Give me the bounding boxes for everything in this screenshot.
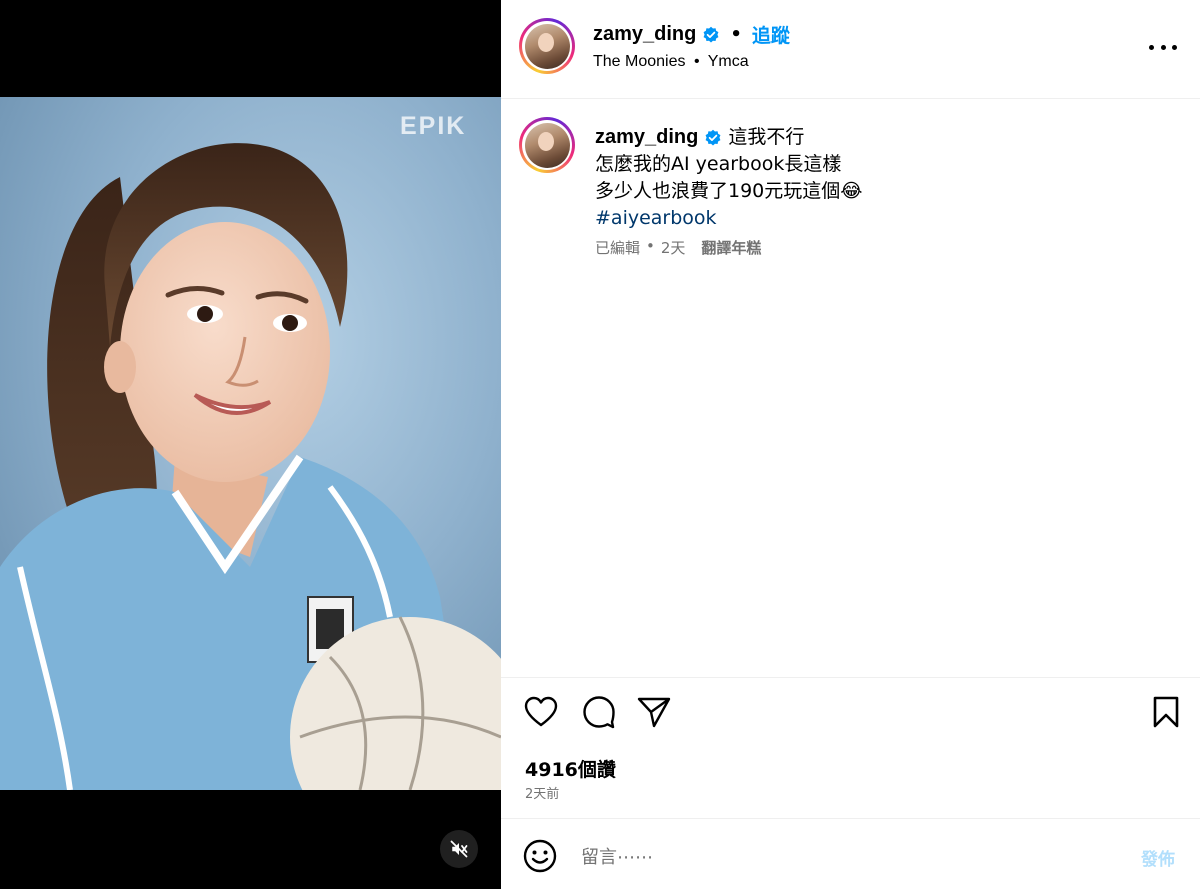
caption-age[interactable]: 2天 (661, 237, 686, 258)
header-author-line: zamy_ding • 追蹤 (593, 21, 790, 48)
emoji-button[interactable] (523, 839, 559, 875)
header-separator: • (730, 24, 742, 45)
post-photo[interactable] (0, 97, 501, 790)
mute-button[interactable] (440, 830, 478, 868)
caption-line-2: 怎麼我的AI yearbook長這樣 (595, 153, 842, 175)
more-dot (1149, 44, 1154, 50)
epik-watermark: EPIK (400, 112, 467, 140)
audio-title: Ymca (707, 53, 749, 70)
caption-line-1: 這我不行 (728, 126, 805, 148)
follow-button[interactable]: 追蹤 (752, 21, 790, 48)
comment-button[interactable] (581, 694, 617, 730)
likes-count[interactable]: 4916個讚 (525, 755, 616, 782)
paper-plane-icon (637, 697, 671, 728)
post-comment-button[interactable]: 發佈 (1141, 845, 1175, 870)
save-button[interactable] (1148, 694, 1184, 730)
caption-username[interactable]: zamy_ding (595, 124, 698, 151)
avatar-image (524, 122, 570, 168)
caption-meta: 已編輯 • 2天 翻譯年糕 (595, 237, 761, 258)
post-header: zamy_ding • 追蹤 The Moonies • Ymca (501, 0, 1200, 99)
instagram-post-view: EPIK zamy_ding • 追蹤 The Moonies • Ymca z… (0, 0, 1200, 889)
avatar-frame (522, 120, 572, 170)
audio-separator: • (693, 53, 700, 70)
more-options-button[interactable] (1149, 36, 1177, 58)
comment-input[interactable] (581, 841, 1121, 873)
avatar-image (524, 23, 570, 69)
hashtag-link[interactable]: #aiyearbook (595, 205, 1175, 232)
more-dot (1172, 44, 1177, 50)
post-detail-panel: zamy_ding • 追蹤 The Moonies • Ymca zamy_d… (501, 0, 1200, 889)
speaker-muted-icon (450, 840, 468, 858)
verified-badge-icon (705, 129, 721, 145)
audio-track-link[interactable]: The Moonies • Ymca (593, 53, 749, 71)
verified-badge-icon (703, 26, 719, 42)
edited-label: 已編輯 (595, 239, 641, 257)
media-panel: EPIK (0, 0, 501, 889)
heart-icon (524, 696, 558, 727)
action-bar (501, 694, 1200, 738)
share-button[interactable] (636, 694, 672, 730)
avatar-frame (522, 21, 572, 71)
comment-bar: 發佈 (501, 818, 1200, 889)
translate-button[interactable]: 翻譯年糕 (701, 237, 761, 258)
actions-divider (501, 677, 1200, 678)
more-dot (1160, 44, 1166, 50)
like-button[interactable] (523, 694, 559, 730)
caption-author-avatar[interactable] (519, 117, 575, 173)
post-date[interactable]: 2天前 (525, 783, 559, 802)
header-username[interactable]: zamy_ding (593, 23, 696, 46)
smiley-face-icon (523, 839, 557, 873)
caption-first-line: zamy_ding 這我不行 (595, 124, 1175, 151)
author-avatar[interactable] (519, 18, 575, 74)
caption-line-3: 多少人也浪費了190元玩這個😂 (595, 180, 863, 202)
audio-artist: The Moonies (593, 53, 686, 70)
comment-bubble-icon (583, 696, 615, 729)
meta-dot: • (646, 237, 655, 255)
caption-text: zamy_ding 這我不行 怎麼我的AI yearbook長這樣 多少人也浪費… (595, 124, 1175, 232)
bookmark-icon (1153, 696, 1179, 728)
yearbook-portrait (0, 97, 501, 790)
